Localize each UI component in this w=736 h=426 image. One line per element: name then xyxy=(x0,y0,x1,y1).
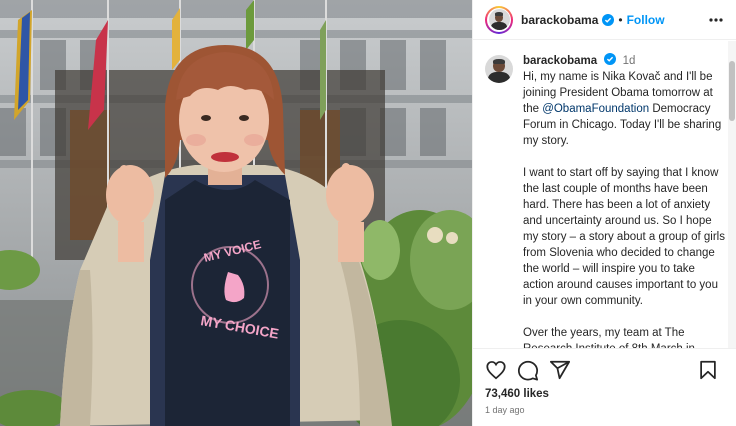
caption-paragraph-2: I want to start off by saying that I kno… xyxy=(523,167,725,307)
share-icon[interactable] xyxy=(549,359,571,381)
photo-illustration: MY VOICE MY CHOICE xyxy=(0,0,472,426)
caption-scrollbar[interactable] xyxy=(728,41,736,348)
caption-row: barackobama 1d Hi, my name is Nika Kovač… xyxy=(485,53,725,348)
likes-count[interactable]: 73,460 likes xyxy=(485,388,725,400)
action-row xyxy=(485,359,725,381)
heart-icon[interactable] xyxy=(485,359,507,381)
post-header: barackobama • Follow xyxy=(473,0,736,40)
more-horizontal-icon[interactable] xyxy=(706,10,726,30)
post-photo[interactable]: MY VOICE MY CHOICE xyxy=(0,0,472,426)
caption-author-avatar[interactable] xyxy=(485,55,513,83)
post-age[interactable]: 1 day ago xyxy=(485,405,725,415)
caption-verified-icon xyxy=(604,53,617,65)
bookmark-icon[interactable] xyxy=(697,359,719,381)
author-avatar[interactable] xyxy=(485,5,513,34)
post-actions: 73,460 likes 1 day ago xyxy=(473,348,736,415)
caption-scroll-area[interactable]: barackobama 1d Hi, my name is Nika Kovač… xyxy=(473,41,736,348)
post-side-panel: barackobama • Follow barackobama 1d Hi, … xyxy=(472,0,736,426)
caption-text: barackobama 1d Hi, my name is Nika Kovač… xyxy=(523,53,725,348)
caption-time: 1d xyxy=(622,55,636,67)
header-separator: • xyxy=(618,12,623,27)
scrollbar-thumb[interactable] xyxy=(729,61,735,121)
header-username[interactable]: barackobama xyxy=(521,13,598,27)
caption-paragraph-3: Over the years, my team at The Research … xyxy=(523,327,695,348)
verified-badge-icon xyxy=(602,13,615,26)
comment-icon[interactable] xyxy=(517,359,539,381)
caption-mention-link[interactable]: @ObamaFoundation xyxy=(542,103,649,115)
follow-button[interactable]: Follow xyxy=(627,13,665,27)
caption-username[interactable]: barackobama xyxy=(523,55,597,67)
